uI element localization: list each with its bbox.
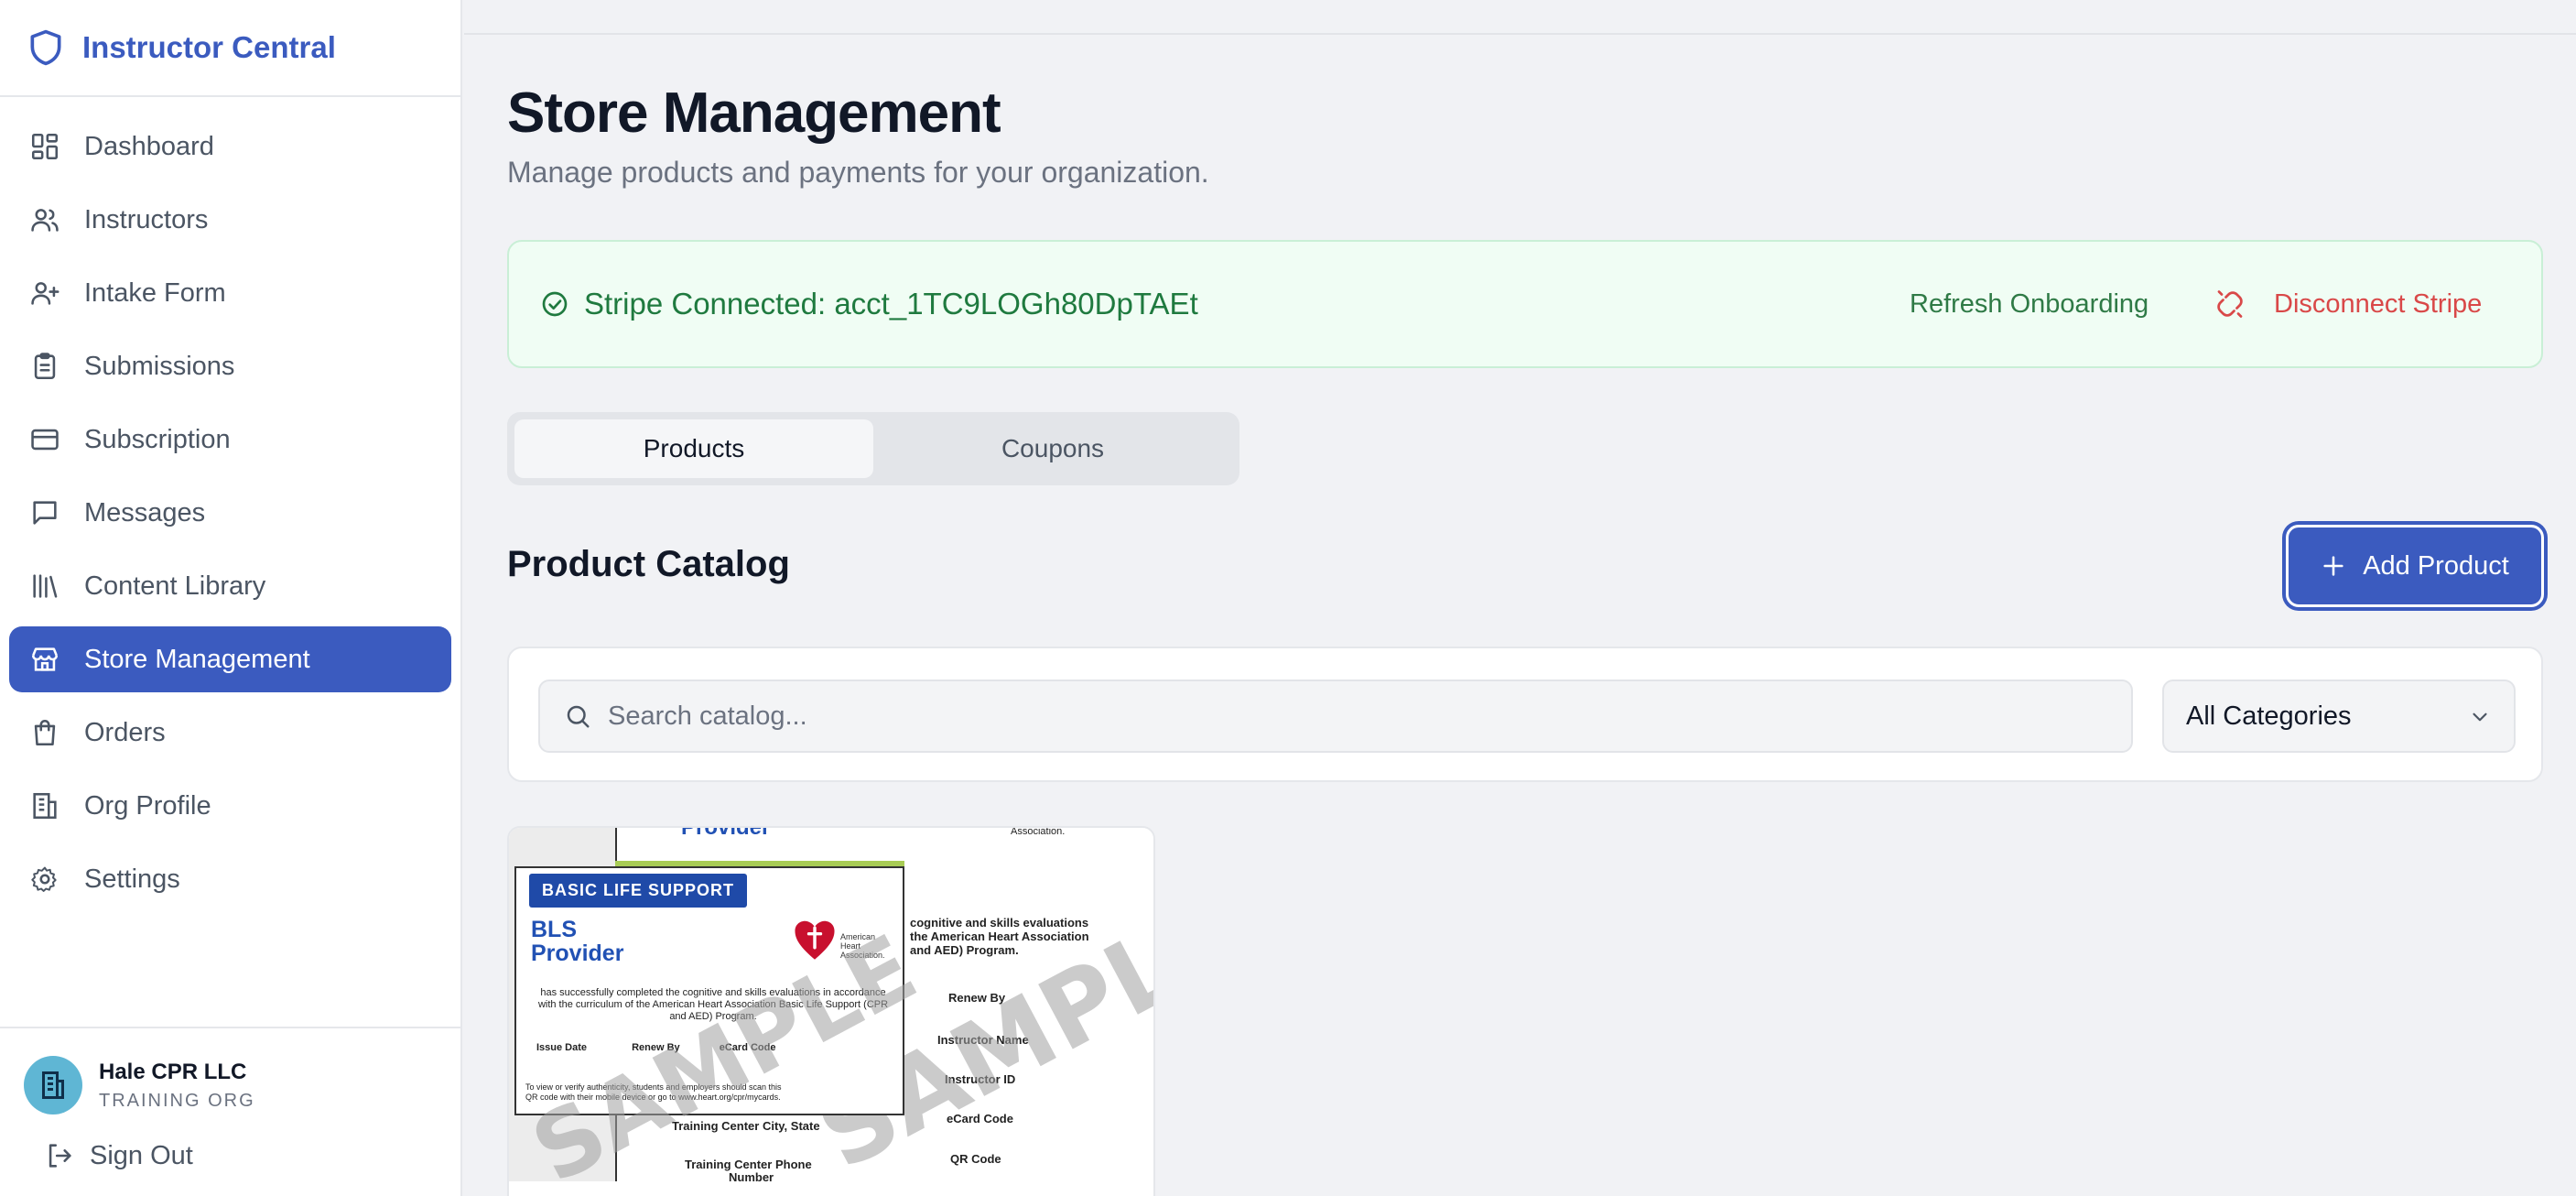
sidebar-item-store-management[interactable]: Store Management <box>9 626 451 692</box>
sidebar-item-label: Dashboard <box>84 131 214 161</box>
unlink-icon <box>2217 290 2243 318</box>
building-icon <box>42 1071 64 1099</box>
issue-date-label: Issue Date <box>536 1042 588 1053</box>
building-icon <box>33 792 57 820</box>
back-text-line-3: and AED) Program. <box>910 943 1019 957</box>
sidebar-item-orders[interactable]: Orders <box>9 700 451 766</box>
tab-products[interactable]: Products <box>514 419 873 478</box>
search-icon <box>567 705 590 728</box>
aha-top-text: Association. <box>1011 828 1066 837</box>
category-select-value: All Categories <box>2186 701 2352 731</box>
shopping-bag-icon <box>34 719 56 746</box>
back-text-line-2: the American Heart Association <box>910 930 1089 943</box>
clipboard-icon <box>34 353 56 380</box>
search-box[interactable] <box>538 680 2133 753</box>
check-circle-icon <box>540 289 569 319</box>
sidebar-item-label: Org Profile <box>84 790 211 821</box>
sidebar-item-subscription[interactable]: Subscription <box>9 407 451 473</box>
product-catalog-title: Product Catalog <box>507 544 790 584</box>
shield-icon <box>30 29 61 66</box>
tab-coupons[interactable]: Coupons <box>873 419 1232 478</box>
refresh-onboarding-button[interactable]: Refresh Onboarding <box>1910 289 2148 320</box>
sidebar-item-label: Orders <box>84 717 166 747</box>
store-tabs: Products Coupons <box>507 412 1239 485</box>
plus-icon <box>2323 556 2343 576</box>
library-icon <box>33 574 58 598</box>
add-product-label: Add Product <box>2363 550 2509 581</box>
bls-title: BLS Provider <box>531 918 623 965</box>
sidebar-item-label: Settings <box>84 864 180 894</box>
sidebar-item-intake-form[interactable]: Intake Form <box>9 260 451 326</box>
users-icon <box>31 209 59 232</box>
sidebar-item-label: Intake Form <box>84 277 226 308</box>
sidebar-item-label: Store Management <box>84 644 310 674</box>
sidebar-item-label: Submissions <box>84 351 235 381</box>
topbar-divider <box>464 33 2576 35</box>
disconnect-stripe-button[interactable]: Disconnect Stripe <box>2213 288 2482 321</box>
back-text-line-1: cognitive and skills evaluations <box>910 916 1089 930</box>
sidebar-item-dashboard[interactable]: Dashboard <box>9 114 451 179</box>
user-plus-icon <box>31 282 60 305</box>
org-info: Hale CPR LLC TRAINING ORG <box>0 1028 460 1114</box>
sidebar-item-content-library[interactable]: Content Library <box>9 553 451 619</box>
credit-card-icon <box>31 429 59 451</box>
add-product-button[interactable]: Add Product <box>2286 525 2544 607</box>
stripe-status-banner: Stripe Connected: acct_1TC9LOGh80DpTAEt … <box>507 240 2543 368</box>
back-qr-code: QR Code <box>950 1152 1001 1166</box>
search-input[interactable] <box>608 701 2073 732</box>
bls-title-line-1: BLS <box>531 917 577 942</box>
page-subtitle: Manage products and payments for your or… <box>507 156 1209 189</box>
brand-title: Instructor Central <box>82 30 336 64</box>
avatar <box>24 1056 82 1114</box>
sidebar-footer: Hale CPR LLC TRAINING ORG Sign Out <box>0 1027 460 1196</box>
bls-band: BASIC LIFE SUPPORT <box>529 874 748 908</box>
stripe-connected-text: Stripe Connected: acct_1TC9LOGh80DpTAEt <box>584 287 1198 321</box>
card-front-side: BASIC LIFE SUPPORT BLS Provider American… <box>514 866 933 1181</box>
org-name: Hale CPR LLC <box>99 1059 247 1084</box>
card-top-fragment: Provider <box>681 828 770 841</box>
org-type: TRAINING ORG <box>99 1090 255 1111</box>
sidebar-item-instructors[interactable]: Instructors <box>9 187 451 253</box>
chevron-down-icon <box>2473 712 2487 722</box>
sign-out-button[interactable]: Sign Out <box>0 1114 460 1171</box>
product-image[interactable]: Provider Association. cognitive and skil… <box>509 828 1153 1181</box>
sidebar-item-label: Subscription <box>84 424 231 454</box>
brand[interactable]: Instructor Central <box>0 0 460 97</box>
sidebar-item-label: Content Library <box>84 571 266 601</box>
sidebar-item-messages[interactable]: Messages <box>9 480 451 546</box>
disconnect-stripe-label: Disconnect Stripe <box>2274 288 2483 319</box>
bls-title-line-2: Provider <box>531 940 624 966</box>
sidebar: Instructor Central Dashboard Instructors… <box>0 0 462 1196</box>
gear-icon <box>31 866 57 892</box>
category-select[interactable]: All Categories <box>2162 680 2516 753</box>
sidebar-item-settings[interactable]: Settings <box>9 846 451 912</box>
sidebar-item-submissions[interactable]: Submissions <box>9 333 451 399</box>
sidebar-item-label: Messages <box>84 497 206 527</box>
dashboard-icon <box>31 133 59 160</box>
page-title: Store Management <box>507 82 1001 145</box>
catalog-filter-bar: All Categories <box>507 647 2543 782</box>
sidebar-item-label: Instructors <box>84 204 209 234</box>
product-card[interactable]: Provider Association. cognitive and skil… <box>507 826 1155 1196</box>
back-number: Number <box>729 1170 774 1181</box>
back-training-center-phone: Training Center Phone <box>685 1158 812 1171</box>
log-out-icon <box>49 1144 71 1168</box>
store-icon <box>31 647 59 671</box>
sign-out-label: Sign Out <box>90 1140 193 1170</box>
sidebar-nav: Dashboard Instructors Intake Form Submis… <box>0 97 460 929</box>
sidebar-item-org-profile[interactable]: Org Profile <box>9 773 451 839</box>
message-icon <box>33 501 57 525</box>
